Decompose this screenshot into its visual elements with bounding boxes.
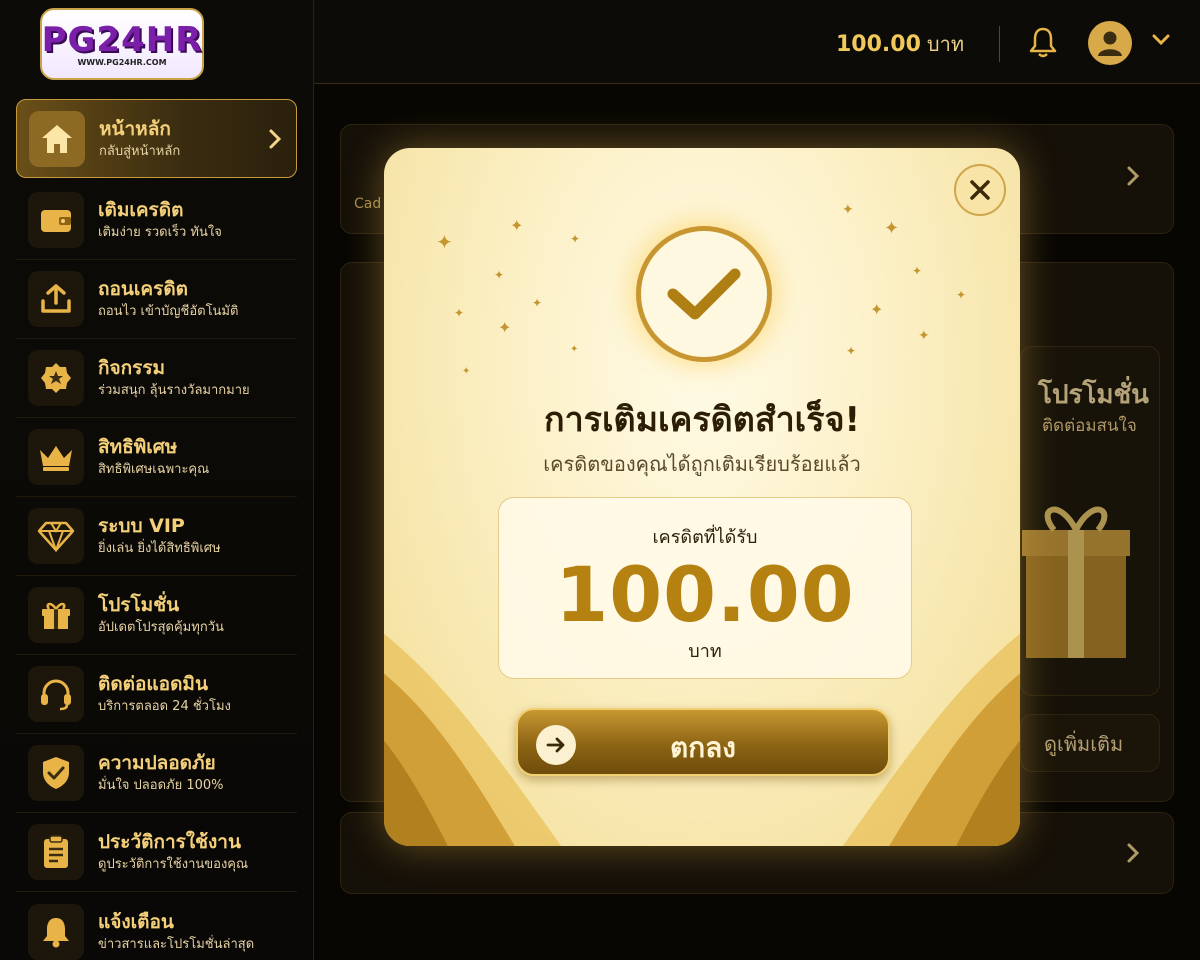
balance-display: 100.00 บาท (836, 28, 964, 60)
chevron-down-icon[interactable] (1152, 34, 1170, 46)
modal-title: การเติมเครดิตสำเร็จ! (544, 400, 860, 440)
sidebar-item-label: หน้าหลัก (99, 117, 171, 140)
sidebar-item-promotions[interactable]: โปรโมชั่น อัปเดตโปรสุดคุ้มทุกวัน (16, 576, 297, 655)
credit-amount: 100.00 (555, 550, 855, 639)
sidebar-item-sub: กลับสู่หน้าหลัก (99, 143, 181, 159)
sidebar-item-sub: ยิ่งเล่น ยิ่งได้สิทธิพิเศษ (98, 541, 221, 556)
sidebar-item-label: สิทธิพิเศษ (98, 436, 178, 458)
home-icon (29, 110, 85, 167)
sidebar-item-vip[interactable]: ระบบ VIP ยิ่งเล่น ยิ่งได้สิทธิพิเศษ (16, 497, 297, 576)
sidebar-item-sub: เติมง่าย รวดเร็ว ทันใจ (98, 225, 222, 240)
sidebar-item-sub: ถอนไว เข้าบัญชีอัตโนมัติ (98, 304, 239, 319)
success-badge (636, 226, 772, 362)
shield-check-icon (28, 745, 84, 801)
sidebar-item-sub: ร่วมสนุก ลุ้นรางวัลมากมาย (98, 383, 250, 398)
bell-icon[interactable] (1028, 26, 1058, 58)
deposit-success-modal: ✦ ✦ ✦ ✦ ✦ ✦ ✦ ✦ ✦ ✦ ✦ ✦ ✦ ✦ ✦ ✦ การเติมเ… (384, 148, 1020, 846)
sidebar-item-activities[interactable]: กิจกรรม ร่วมสนุก ลุ้นรางวัลมากมาย (16, 339, 297, 418)
sidebar-item-contact-admin[interactable]: ติดต่อแอดมิน บริการตลอด 24 ชั่วโมง (16, 655, 297, 734)
clipboard-icon (28, 824, 84, 880)
sidebar-item-label: แจ้งเตือน (98, 910, 174, 933)
gift-icon (28, 587, 84, 643)
credit-summary-box: เครดิตที่ได้รับ 100.00 บาท (498, 497, 912, 679)
check-icon (667, 268, 741, 320)
ok-button-label: ตกลง (670, 731, 736, 764)
sidebar: PG24HR WWW.PG24HR.COM หน้าหลัก กลับสู่หน… (0, 0, 314, 960)
ok-button[interactable]: ตกลง (516, 708, 890, 776)
sidebar-item-deposit[interactable]: เติมเครดิต เติมง่าย รวดเร็ว ทันใจ (16, 181, 297, 260)
upload-icon (28, 271, 84, 327)
sidebar-item-sub: ข่าวสารและโปรโมชั่นล่าสุด (98, 936, 255, 952)
sidebar-item-label: กิจกรรม (98, 357, 166, 379)
balance-unit: บาท (926, 32, 964, 56)
chevron-right-icon (269, 129, 282, 149)
sidebar-item-label: ติดต่อแอดมิน (98, 673, 208, 695)
sidebar-item-label: ความปลอดภัย (98, 752, 216, 774)
close-button[interactable] (954, 164, 1006, 216)
sidebar-item-sub: อัปเดตโปรสุดคุ้มทุกวัน (98, 620, 224, 635)
sidebar-item-sub: มั่นใจ ปลอดภัย 100% (98, 778, 224, 793)
sidebar-item-sub: สิทธิพิเศษเฉพาะคุณ (98, 462, 210, 477)
user-avatar[interactable] (1088, 21, 1132, 65)
sidebar-item-history[interactable]: ประวัติการใช้งาน ดูประวัติการใช้งานของคุ… (16, 813, 297, 892)
headset-icon (28, 666, 84, 722)
sidebar-item-label: ระบบ VIP (98, 515, 185, 537)
sidebar-menu: หน้าหลัก กลับสู่หน้าหลัก เติมเครดิต เติม… (16, 99, 297, 960)
top-bar: 100.00 บาท (314, 0, 1200, 84)
logo-url: WWW.PG24HR.COM (77, 57, 167, 67)
sidebar-item-sub: บริการตลอด 24 ชั่วโมง (98, 699, 231, 714)
wallet-icon (28, 192, 84, 248)
sidebar-item-sub: ดูประวัติการใช้งานของคุณ (98, 857, 249, 872)
sidebar-item-notifications[interactable]: แจ้งเตือน ข่าวสารและโปรโมชั่นล่าสุด (16, 892, 297, 960)
logo-text: PG24HR (41, 19, 203, 60)
modal-subtitle: เครดิตของคุณได้ถูกเติมเรียบร้อยแล้ว (543, 452, 861, 476)
user-icon (1098, 31, 1122, 56)
close-icon (970, 180, 990, 200)
star-badge-icon (28, 350, 84, 406)
sidebar-item-label: ประวัติการใช้งาน (98, 831, 241, 853)
sidebar-item-label: ถอนเครดิต (98, 278, 188, 300)
sidebar-item-label: โปรโมชั่น (98, 594, 180, 616)
sidebar-item-label: เติมเครดิต (98, 199, 184, 221)
balance-amount: 100.00 (835, 32, 921, 57)
bell-icon (28, 903, 84, 960)
sidebar-item-home[interactable]: หน้าหลัก กลับสู่หน้าหลัก (16, 99, 297, 178)
sidebar-item-withdraw[interactable]: ถอนเครดิต ถอนไว เข้าบัญชีอัตโนมัติ (16, 260, 297, 339)
credit-label: เครดิตที่ได้รับ (652, 527, 758, 548)
diamond-icon (28, 508, 84, 564)
brand-logo[interactable]: PG24HR WWW.PG24HR.COM (40, 8, 204, 80)
credit-unit: บาท (688, 641, 722, 662)
sidebar-item-privileges[interactable]: สิทธิพิเศษ สิทธิพิเศษเฉพาะคุณ (16, 418, 297, 497)
sidebar-item-security[interactable]: ความปลอดภัย มั่นใจ ปลอดภัย 100% (16, 734, 297, 813)
header-divider (999, 26, 1000, 62)
crown-icon (28, 429, 84, 485)
